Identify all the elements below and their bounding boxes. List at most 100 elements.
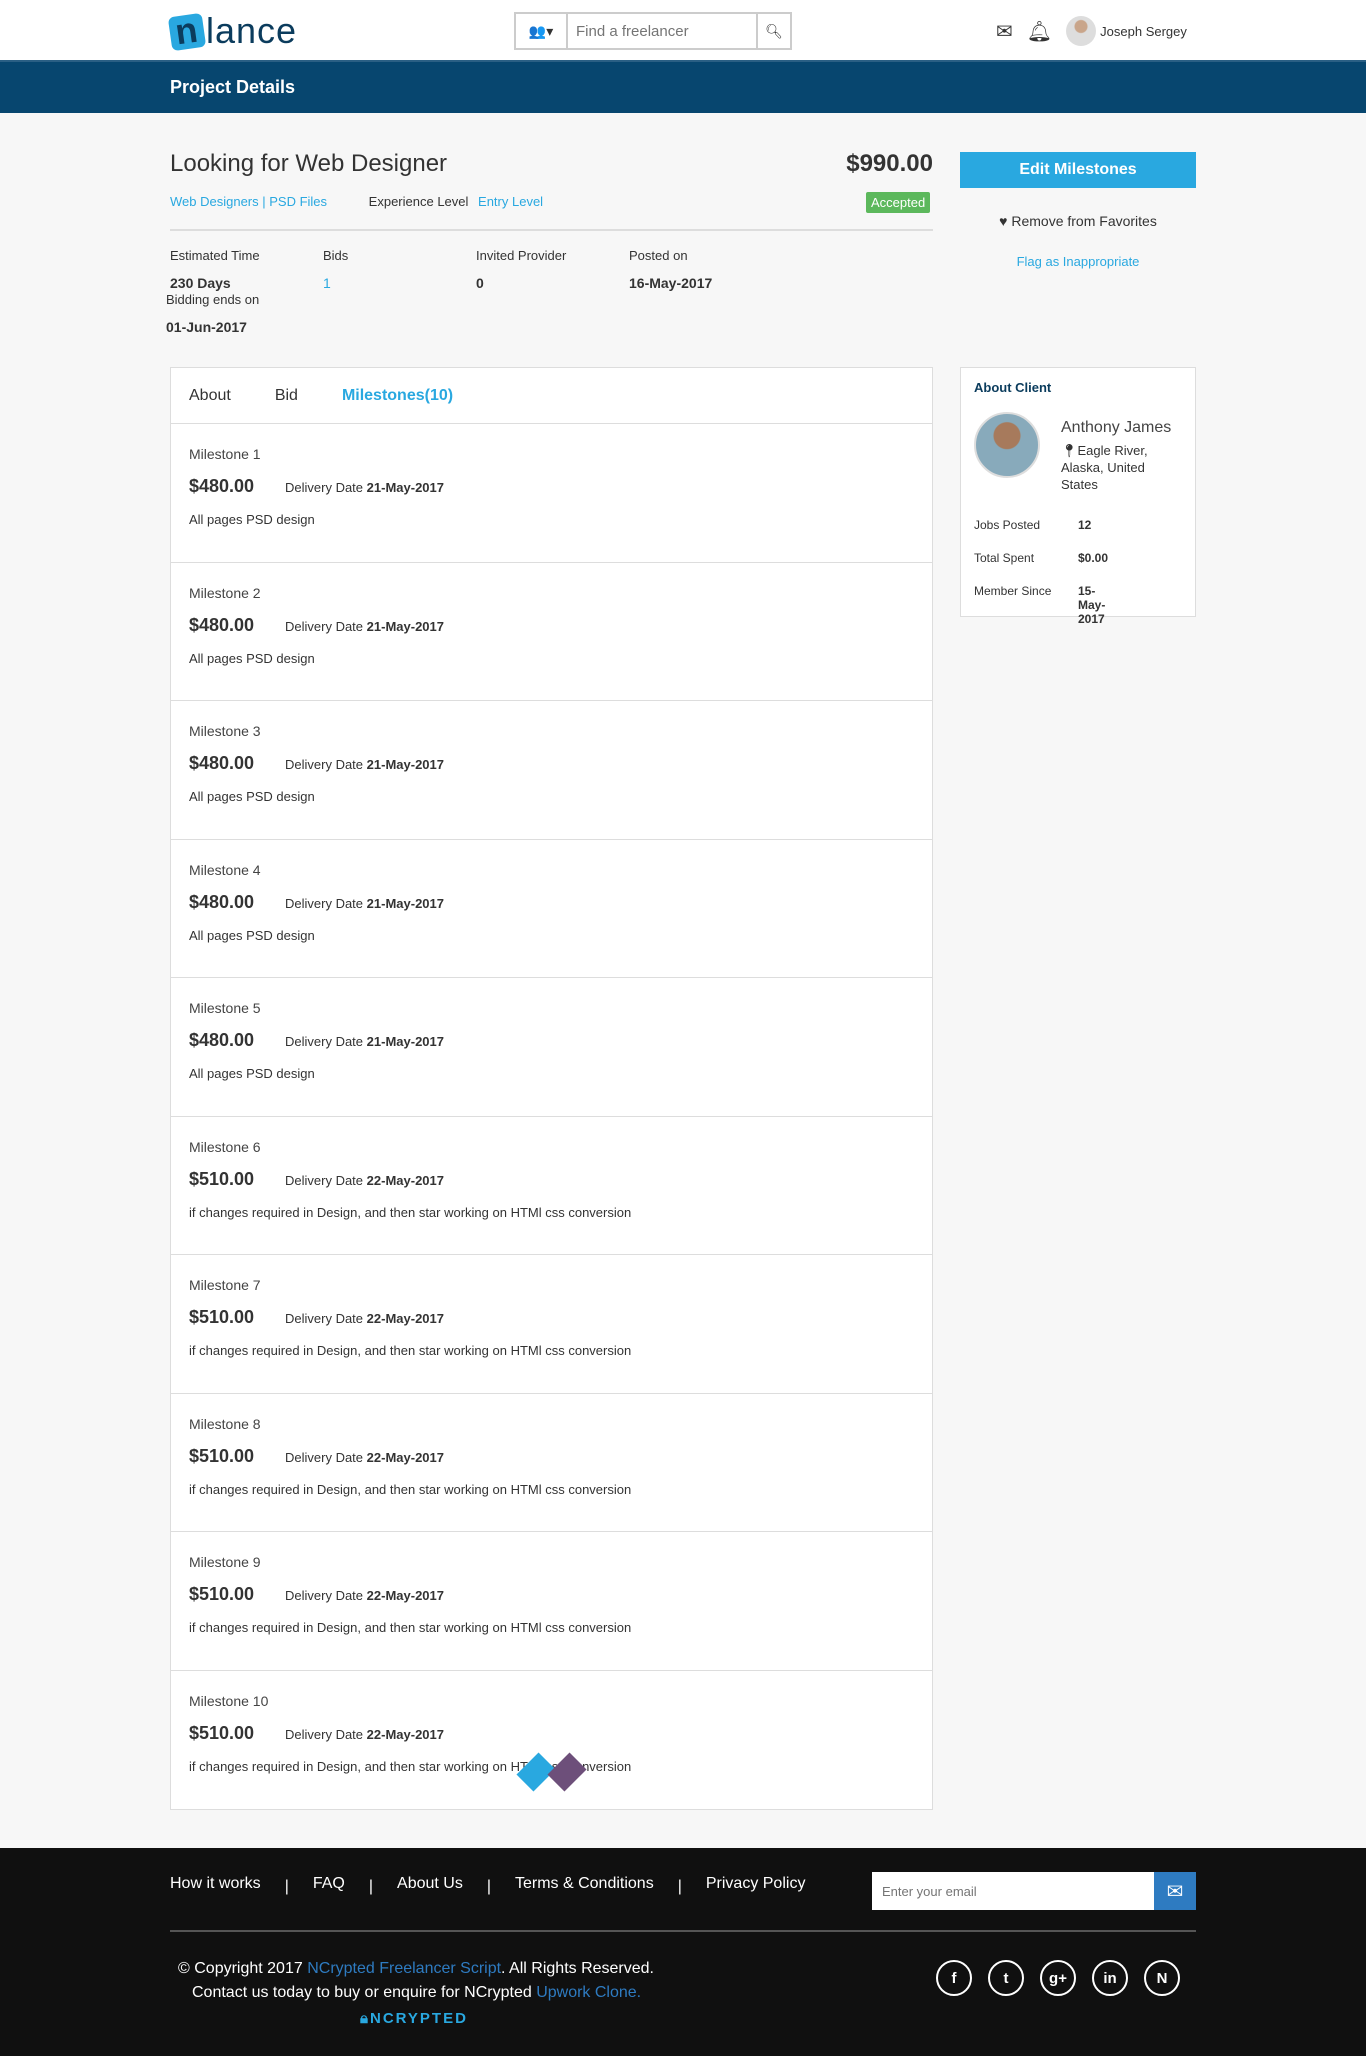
milestone-item: Milestone 7 $510.00 Delivery Date 22-May… — [171, 1255, 932, 1394]
subscribe-button[interactable]: ✉ — [1154, 1872, 1196, 1910]
milestone-description: All pages PSD design — [189, 1066, 315, 1081]
tab-bar: About Bid Milestones(10) — [171, 368, 932, 424]
milestone-description: All pages PSD design — [189, 650, 315, 666]
ncrypted-link[interactable]: NCrypted Freelancer Script — [307, 1960, 501, 1977]
tab-milestones[interactable]: Milestones(10) — [342, 387, 453, 405]
social-links: f t g+ in N — [936, 1960, 1180, 1996]
footer-link-faq[interactable]: FAQ — [313, 1875, 345, 1893]
search-icon: 🔍︎ — [765, 22, 783, 39]
milestone-name: Milestone 2 — [189, 584, 261, 601]
delivery-date: Delivery Date 21-May-2017 — [285, 1034, 444, 1049]
milestone-description: if changes required in Design, and then … — [189, 1204, 632, 1220]
footer-link-privacy[interactable]: Privacy Policy — [706, 1875, 806, 1893]
facebook-icon[interactable]: f — [936, 1960, 972, 1996]
milestone-name: Milestone 5 — [189, 1000, 261, 1016]
project-tabs-card: About Bid Milestones(10) Milestone 1 $48… — [170, 367, 933, 1810]
milestone-amount: $480.00 — [189, 891, 255, 912]
client-heading: About Client — [974, 380, 1052, 395]
milestone-item: Milestone 5 $480.00 Delivery Date 21-May… — [171, 978, 932, 1117]
milestone-description: if changes required in Design, and then … — [189, 1481, 632, 1497]
ncrypted-icon[interactable]: N — [1144, 1960, 1180, 1996]
meta-label: Bids — [323, 248, 349, 263]
tab-about[interactable]: About — [189, 387, 231, 405]
client-stat: Jobs Posted 12 — [974, 518, 1092, 532]
delivery-date: Delivery Date 22-May-2017 — [285, 1449, 444, 1465]
milestone-description: All pages PSD design — [189, 927, 315, 943]
search-input[interactable] — [568, 14, 756, 48]
milestone-description: if changes required in Design, and then … — [189, 1620, 632, 1635]
linkedin-icon[interactable]: in — [1092, 1960, 1128, 1996]
delivery-date: Delivery Date 22-May-2017 — [285, 1726, 444, 1742]
twitter-icon[interactable]: t — [988, 1960, 1024, 1996]
page-title: Project Details — [170, 77, 296, 97]
milestone-description: All pages PSD design — [189, 512, 315, 527]
divider — [170, 1930, 1196, 1932]
user-name: Joseph Sergey — [1100, 23, 1187, 39]
delivery-date: Delivery Date 21-May-2017 — [285, 757, 444, 772]
client-location: 📍︎Eagle River, Alaska, United States — [1061, 443, 1148, 492]
footer: How it works | FAQ | About Us | Terms & Con… — [0, 1848, 1366, 2056]
category-link[interactable]: Web Designers — [170, 194, 259, 209]
delivery-date: Delivery Date 22-May-2017 — [285, 1311, 444, 1326]
meta-value: 230 Days — [170, 275, 231, 291]
footer-link-how[interactable]: How it works — [170, 1875, 261, 1893]
edit-milestones-button[interactable]: Edit Milestones — [960, 152, 1196, 188]
meta-value: 16-May-2017 — [629, 275, 713, 291]
separator: | — [284, 1878, 289, 1895]
flag-link[interactable]: Flag as Inappropriate — [960, 254, 1196, 269]
contact-text: Contact us today to buy or enquire for N… — [192, 1984, 642, 2001]
experience-value: Entry Level — [478, 194, 544, 209]
milestone-amount: $510.00 — [189, 1307, 255, 1327]
status-badge: Accepted — [866, 192, 931, 213]
milestone-name: Milestone 4 — [189, 861, 261, 878]
remove-favorite-button[interactable]: ♥ Remove from Favorites — [960, 213, 1196, 229]
milestone-amount: $510.00 — [189, 1584, 255, 1604]
milestone-name: Milestone 1 — [189, 446, 261, 462]
tab-bid[interactable]: Bid — [275, 387, 298, 405]
client-avatar — [974, 412, 1040, 478]
footer-link-about[interactable]: About Us — [397, 1875, 463, 1893]
bidding-value: 01-Jun-2017 — [166, 319, 247, 335]
top-header: nlance 👥▾ 🔍︎ ✉ 🔔︎ Joseph Sergey — [0, 0, 1366, 60]
milestone-item: Milestone 8 $510.00 Delivery Date 22-May… — [171, 1394, 932, 1532]
email-input[interactable] — [872, 1872, 1154, 1910]
logo[interactable]: n lance — [167, 9, 297, 52]
project-title: Looking for Web Designer — [170, 150, 448, 177]
footer-link-terms[interactable]: Terms & Conditions — [515, 1875, 654, 1893]
milestone-item: Milestone 6 $510.00 Delivery Date 22-May… — [171, 1117, 932, 1255]
milestone-amount: $510.00 — [189, 1168, 255, 1189]
category-link[interactable]: PSD Files — [269, 194, 327, 209]
copyright: © Copyright 2017 NCrypted Freelancer Scr… — [178, 1960, 654, 1977]
user-menu[interactable]: Joseph Sergey — [1066, 16, 1187, 46]
delivery-date: Delivery Date 22-May-2017 — [285, 1172, 444, 1188]
milestone-item: Milestone 10 $510.00 Delivery Date 22-Ma… — [171, 1671, 932, 1810]
meta-value: 0 — [476, 275, 484, 291]
milestone-item: Milestone 3 $480.00 Delivery Date 21-May… — [171, 701, 932, 840]
milestone-amount: $510.00 — [189, 1722, 255, 1743]
meta-label: Posted on — [629, 248, 688, 263]
bidding-label: Bidding ends on — [166, 292, 260, 307]
milestone-amount: $480.00 — [189, 476, 255, 496]
milestone-item: Milestone 9 $510.00 Delivery Date 22-May… — [171, 1532, 932, 1671]
project-tags: Web Designers | PSD Files Experience Lev… — [170, 194, 544, 209]
project-price: $990.00 — [846, 150, 933, 177]
client-stat: Member Since 15-May-2017 — [974, 584, 1106, 626]
meta-label: Estimated Time — [170, 248, 260, 263]
mail-icon[interactable]: ✉ — [996, 19, 1013, 44]
milestone-name: Milestone 7 — [189, 1277, 261, 1293]
heart-icon: ♥ — [999, 213, 1008, 229]
favorite-label: Remove from Favorites — [1011, 213, 1157, 229]
newsletter-form: ✉ — [872, 1872, 1196, 1910]
google-plus-icon[interactable]: g+ — [1040, 1960, 1076, 1996]
search-type-dropdown[interactable]: 👥▾ — [516, 14, 568, 48]
upwork-clone-link[interactable]: Upwork Clone. — [536, 1984, 641, 2001]
milestone-item: Milestone 1 $480.00 Delivery Date 21-May… — [171, 424, 932, 563]
ncrypted-badge[interactable]: 🔒︎NCRYPTED — [360, 2010, 468, 2027]
milestone-name: Milestone 3 — [189, 723, 261, 739]
bids-link[interactable]: 1 — [323, 275, 331, 291]
avatar — [1066, 16, 1097, 46]
delivery-date: Delivery Date 22-May-2017 — [285, 1588, 444, 1603]
meta-label: Invited Provider — [476, 248, 567, 263]
search-button[interactable]: 🔍︎ — [756, 14, 790, 48]
bell-icon[interactable]: 🔔︎ — [1027, 19, 1052, 44]
